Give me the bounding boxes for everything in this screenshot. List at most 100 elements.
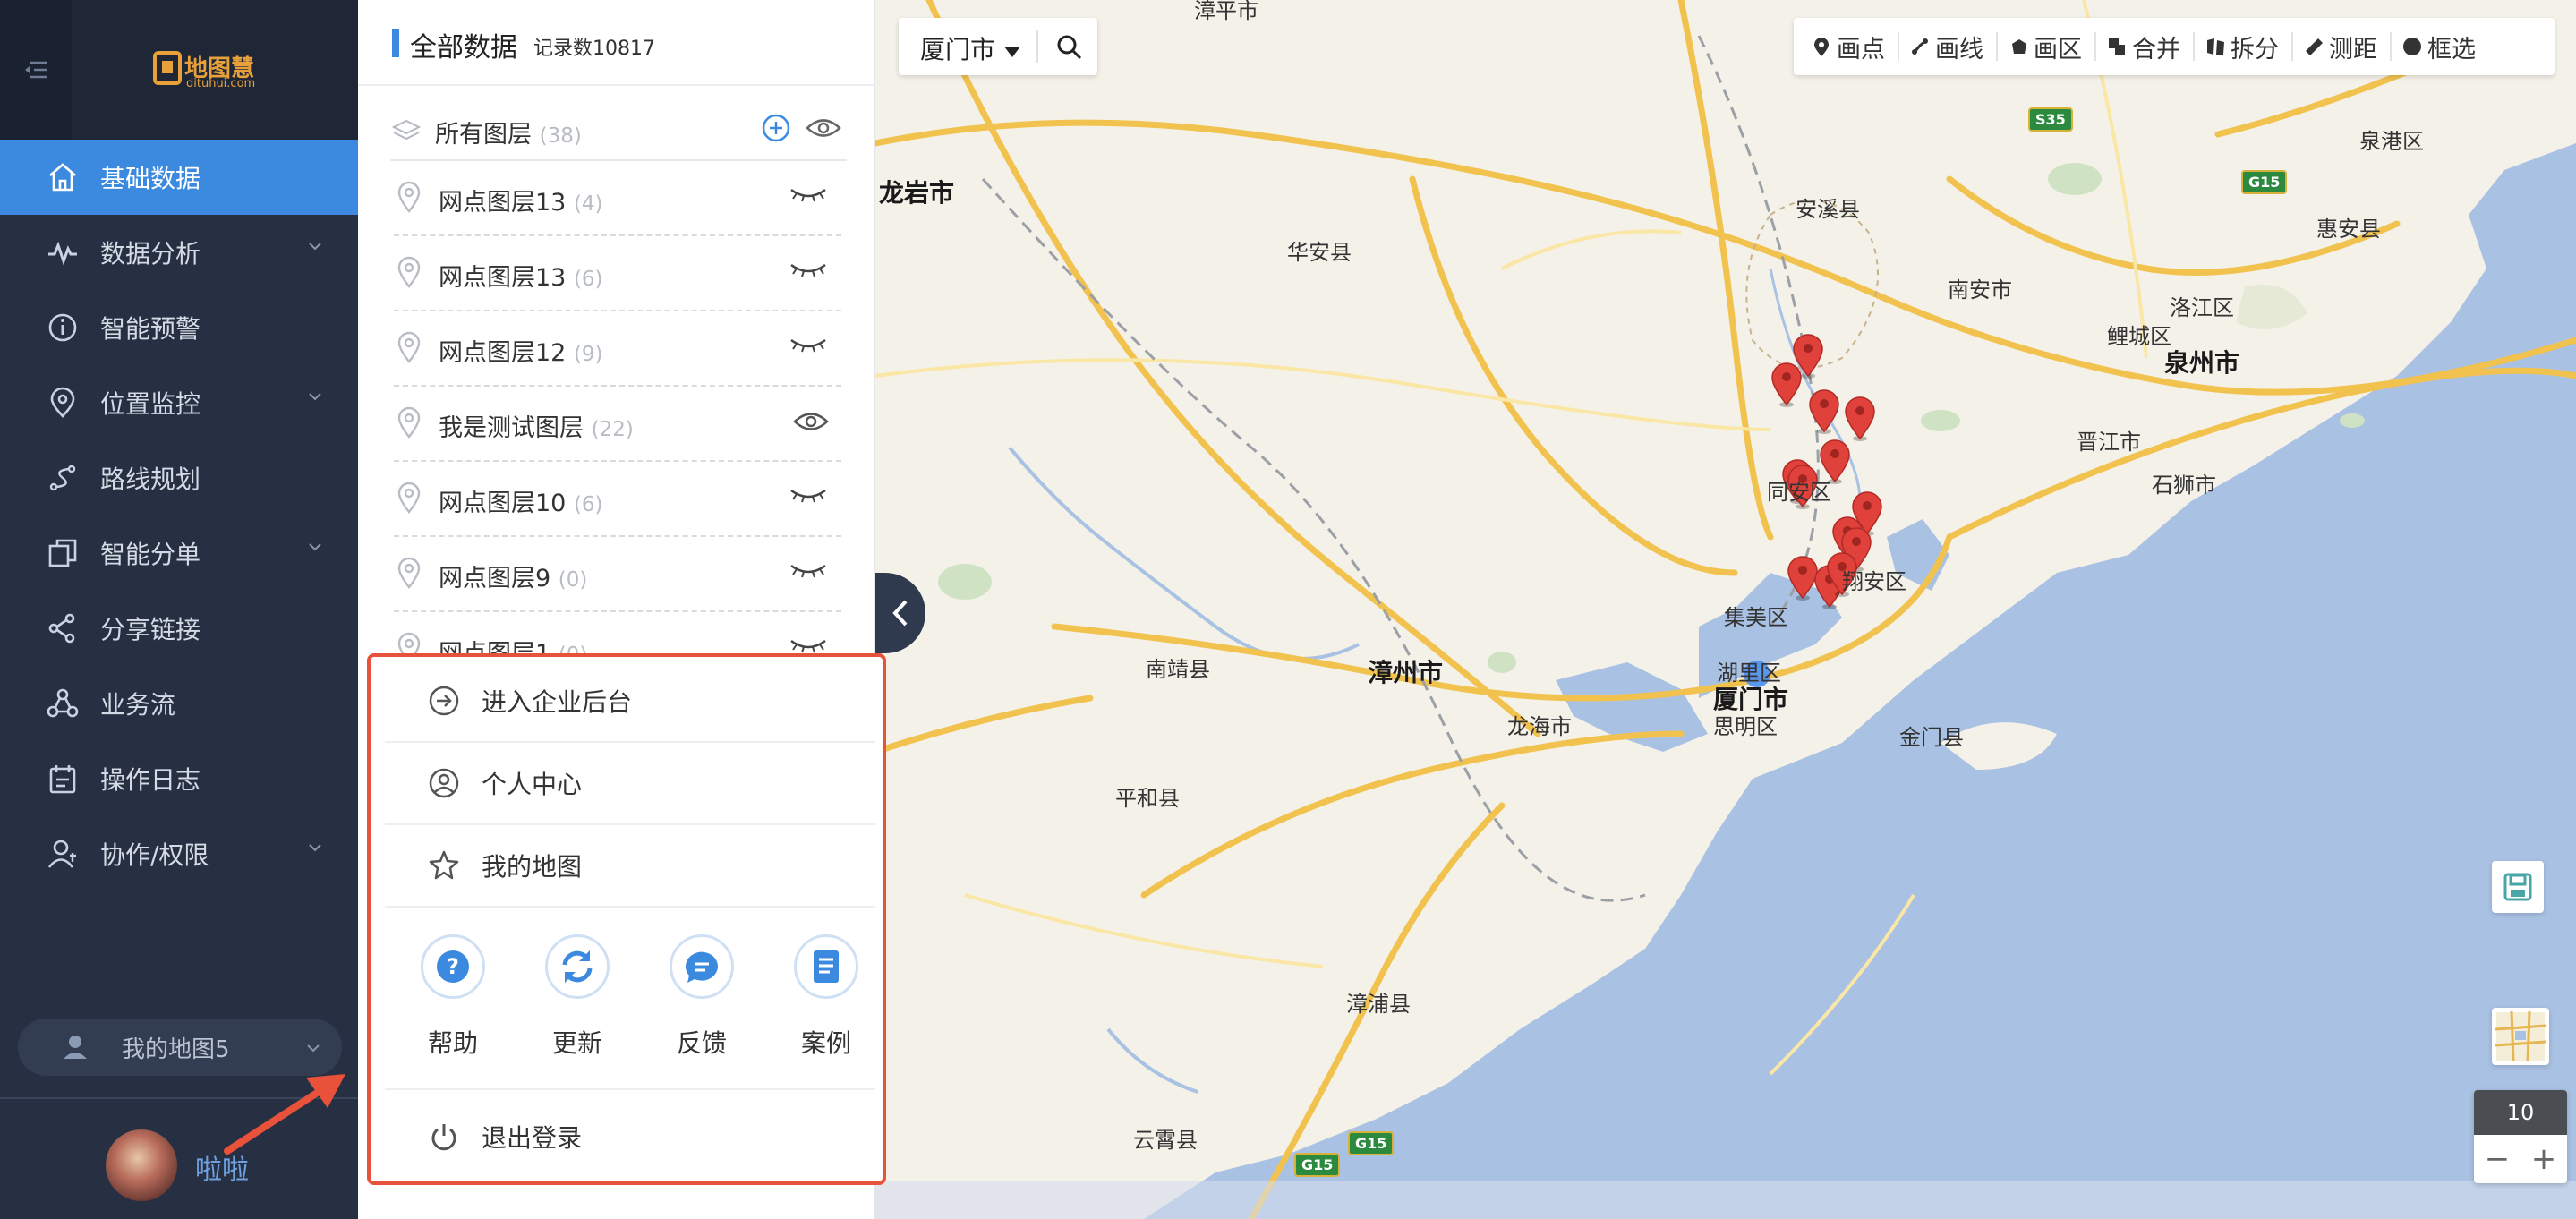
layer-row[interactable]: 网点图层13 (6)	[394, 236, 841, 311]
calendar-icon	[47, 763, 79, 795]
sidebar-item-9[interactable]: 操作日志	[0, 741, 358, 816]
record-count: 记录数10817	[533, 38, 655, 60]
layer-row[interactable]: 网点图层1 (0)	[394, 612, 841, 657]
eye-closed-icon[interactable]	[788, 260, 829, 281]
tool-label: 拆分	[2231, 35, 2279, 64]
tool-label: 合并	[2132, 35, 2180, 64]
tool-label: 画点	[1837, 35, 1885, 64]
sidebar-item-7[interactable]: 分享链接	[0, 591, 358, 666]
eye-icon[interactable]	[793, 410, 829, 437]
sidebar-item-3[interactable]: 智能预警	[0, 290, 358, 365]
split-icon	[2205, 37, 2225, 56]
feedback-button[interactable]: 反馈	[657, 934, 746, 1078]
zoom-in-button[interactable]: +	[2521, 1135, 2567, 1183]
sidebar-item-label: 智能分单	[100, 540, 201, 569]
eye-icon[interactable]	[806, 116, 841, 140]
flow-icon	[47, 687, 79, 720]
divider	[1036, 30, 1038, 63]
tool-label: 框选	[2427, 35, 2476, 64]
menu-collapse-icon	[25, 61, 47, 79]
my-maps-item[interactable]: 我的地图	[385, 825, 875, 908]
label-zhangping: 漳平市	[1194, 0, 1258, 23]
highway-shield-g15: G15	[1294, 1153, 1341, 1177]
feedback-icon	[670, 934, 734, 999]
collapse-menu-button[interactable]	[0, 0, 72, 140]
help-button[interactable]: ? 帮助	[408, 934, 498, 1078]
refresh-button[interactable]: 更新	[533, 934, 622, 1078]
chevron-down-icon	[309, 543, 321, 551]
label-longhai: 龙海市	[1507, 714, 1572, 739]
user-avatar[interactable]	[106, 1129, 177, 1201]
arrow-right-circle-icon	[429, 686, 459, 716]
location-pin-icon	[397, 331, 421, 363]
eye-closed-icon[interactable]	[788, 335, 829, 356]
sidebar-item-8[interactable]: 业务流	[0, 666, 358, 741]
user-circle-icon	[429, 768, 459, 798]
layer-count: (4)	[573, 192, 603, 216]
tool-label: 画区	[2034, 35, 2082, 64]
eye-closed-icon[interactable]	[788, 560, 829, 582]
map-type-button[interactable]	[2492, 1008, 2549, 1065]
pin-icon	[1812, 37, 1831, 56]
copy-icon	[47, 537, 79, 569]
layer-row[interactable]: 网点图层9 (0)	[394, 537, 841, 612]
layer-row[interactable]: 网点图层12 (9)	[394, 311, 841, 387]
sidebar-item-label: 分享链接	[100, 615, 201, 644]
city-select[interactable]: 厦门市	[920, 30, 1021, 66]
layer-title: 网点图层13	[439, 189, 567, 217]
layer-count: (9)	[573, 343, 603, 366]
sidebar-item-1[interactable]: 基础数据	[0, 140, 358, 215]
label-luojiang: 洛江区	[2170, 295, 2234, 320]
tool-label: 测距	[2329, 35, 2377, 64]
layer-name: 我是测试图层 (22)	[439, 408, 634, 443]
app-logo[interactable]: 地图慧 dituhui.com	[152, 47, 269, 93]
case-button[interactable]: 案例	[781, 934, 871, 1078]
all-layers-row[interactable]: 所有图层 (38)	[390, 104, 847, 161]
tool-ruler[interactable]: 测距	[2304, 32, 2392, 64]
label-quangang: 泉港区	[2359, 129, 2424, 154]
enterprise-admin-item[interactable]: 进入企业后台	[385, 661, 875, 743]
label-nanjing: 南靖县	[1146, 657, 1210, 682]
map-marker-icon[interactable]	[1769, 362, 1804, 408]
layer-row[interactable]: 网点图层10 (6)	[394, 462, 841, 537]
zoom-out-button[interactable]: −	[2474, 1135, 2521, 1183]
map-canvas[interactable]: 漳平市 龙岩市 华安县 安溪县 南安市 洛江区 鲤城区 泉州市 泉港区 惠安县 …	[875, 0, 2576, 1219]
chevron-down-icon	[309, 243, 321, 251]
save-button[interactable]	[2492, 861, 2544, 913]
tool-label: 更新	[551, 1028, 602, 1058]
sidebar-item-label: 业务流	[100, 690, 176, 720]
sidebar-item-10[interactable]: 协作/权限	[0, 816, 358, 891]
eye-closed-icon[interactable]	[788, 485, 829, 507]
eye-closed-icon[interactable]	[788, 184, 829, 206]
tool-polygon[interactable]: 画区	[2009, 32, 2096, 64]
home-icon	[47, 161, 79, 193]
search-icon[interactable]	[1056, 34, 1083, 61]
add-layer-icon[interactable]	[761, 113, 791, 143]
logout-item[interactable]: 退出登录	[385, 1095, 875, 1178]
label-anxi: 安溪县	[1796, 197, 1860, 222]
tool-lasso[interactable]: 框选	[2402, 32, 2488, 64]
tool-line[interactable]: 画线	[1910, 32, 1998, 64]
tool-pin[interactable]: 画点	[1812, 32, 1899, 64]
sidebar-item-2[interactable]: 数据分析	[0, 215, 358, 290]
tool-split[interactable]: 拆分	[2205, 32, 2293, 64]
layer-row[interactable]: 我是测试图层 (22)	[394, 387, 841, 462]
sidebar-item-6[interactable]: 智能分单	[0, 516, 358, 591]
sidebar: 地图慧 dituhui.com 基础数据 数据分析 智能预警位置监控路线规划智能分单…	[0, 0, 358, 1219]
all-layers-count: (38)	[539, 124, 582, 148]
personal-center-item[interactable]: 个人中心	[385, 743, 875, 825]
layer-row[interactable]: 网点图层13 (4)	[394, 161, 841, 236]
annotation-arrow	[224, 1074, 345, 1155]
sidebar-item-label: 位置监控	[100, 389, 201, 419]
chevron-down-icon	[307, 1044, 320, 1053]
sidebar-item-4[interactable]: 位置监控	[0, 365, 358, 440]
chevron-left-icon	[892, 600, 908, 627]
map-marker-icon[interactable]	[1806, 388, 1842, 435]
highway-shield-s35: S35	[2028, 107, 2073, 132]
layer-count: (0)	[558, 568, 588, 592]
ruler-icon	[2304, 37, 2324, 56]
tool-merge[interactable]: 合并	[2107, 32, 2195, 64]
map-marker-icon[interactable]	[1842, 396, 1878, 442]
city-name: 厦门市	[920, 35, 996, 64]
sidebar-item-5[interactable]: 路线规划	[0, 440, 358, 516]
